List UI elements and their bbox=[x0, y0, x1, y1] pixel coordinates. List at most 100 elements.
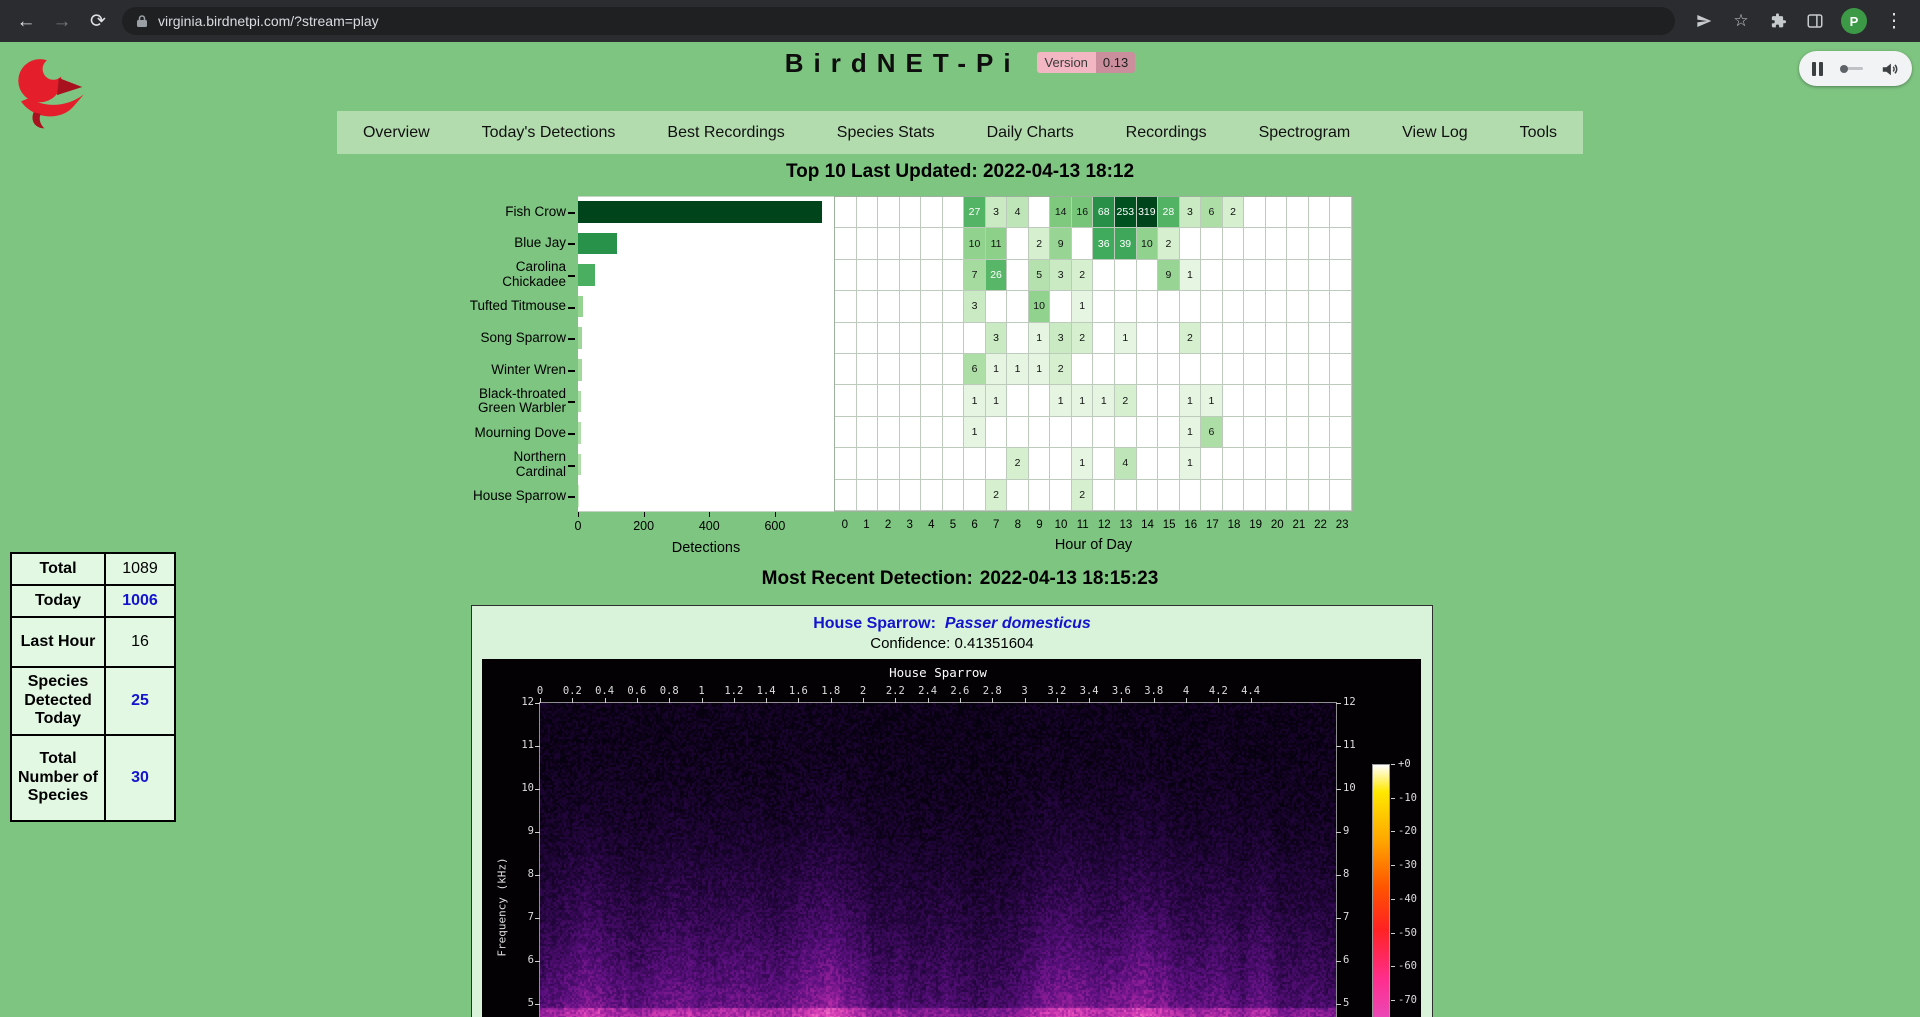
nav-item-today-s-detections[interactable]: Today's Detections bbox=[476, 124, 622, 142]
heatmap-cell bbox=[921, 448, 943, 479]
heatmap-cell bbox=[943, 323, 965, 354]
heatmap-cell bbox=[1287, 197, 1309, 228]
heatmap-cell: 6 bbox=[964, 354, 986, 385]
spectrogram-freq-tickmark bbox=[1336, 961, 1341, 962]
heatmap-cell bbox=[1115, 480, 1137, 511]
species-label: Carolina Chickadee bbox=[462, 259, 566, 291]
pause-button[interactable] bbox=[1812, 62, 1823, 76]
heatmap-cell bbox=[1115, 291, 1137, 322]
heatmap-cell bbox=[878, 385, 900, 416]
extensions-icon[interactable] bbox=[1767, 10, 1789, 32]
hour-axis-tick: 2 bbox=[877, 519, 899, 531]
heatmap-cell bbox=[921, 385, 943, 416]
heatmap-cell bbox=[1223, 260, 1245, 291]
heatmap-cell bbox=[1137, 480, 1159, 511]
heatmap-cell bbox=[1309, 417, 1331, 448]
share-icon[interactable] bbox=[1693, 10, 1715, 32]
heatmap-cell: 2 bbox=[1029, 228, 1051, 259]
heatmap-cell bbox=[900, 417, 922, 448]
spectrogram-time-tick: 2 bbox=[846, 685, 880, 697]
spectrogram-time-tickmark bbox=[1251, 698, 1252, 703]
heatmap-cell bbox=[921, 417, 943, 448]
profile-avatar[interactable]: P bbox=[1841, 8, 1867, 34]
nav-item-species-stats[interactable]: Species Stats bbox=[831, 124, 941, 142]
seek-handle[interactable] bbox=[1840, 65, 1848, 73]
volume-icon[interactable] bbox=[1881, 60, 1899, 78]
heatmap-cell bbox=[1093, 417, 1115, 448]
heatmap-cell bbox=[900, 260, 922, 291]
bookmark-star-icon[interactable]: ☆ bbox=[1730, 10, 1752, 32]
heatmap-cell bbox=[943, 354, 965, 385]
heatmap-cell bbox=[1158, 354, 1180, 385]
back-icon[interactable]: ← bbox=[14, 12, 38, 31]
heatmap-cell bbox=[1330, 448, 1352, 479]
colorbar-tick: -10 bbox=[1398, 792, 1432, 804]
hour-axis-tick: 4 bbox=[920, 519, 942, 531]
nav-item-tools[interactable]: Tools bbox=[1514, 124, 1563, 142]
heatmap-cell bbox=[1050, 291, 1072, 322]
reload-icon[interactable]: ⟳ bbox=[86, 12, 110, 31]
heatmap-cell bbox=[1287, 480, 1309, 511]
stat-value-link[interactable]: 30 bbox=[105, 735, 175, 821]
stat-value-link[interactable]: 25 bbox=[105, 667, 175, 735]
nav-item-view-log[interactable]: View Log bbox=[1396, 124, 1474, 142]
spectrogram-time-tick: 2.4 bbox=[911, 685, 945, 697]
heatmap-cell bbox=[1287, 260, 1309, 291]
nav-item-daily-charts[interactable]: Daily Charts bbox=[981, 124, 1080, 142]
heatmap-cell bbox=[857, 354, 879, 385]
heatmap-cell bbox=[857, 385, 879, 416]
heatmap-cell bbox=[1158, 417, 1180, 448]
detections-bar bbox=[578, 201, 822, 223]
heatmap-cell bbox=[986, 417, 1008, 448]
species-axis-tick bbox=[568, 338, 575, 340]
heatmap-cell bbox=[1223, 417, 1245, 448]
spectrogram-freq-tickmark bbox=[535, 832, 540, 833]
heatmap-cell bbox=[1309, 323, 1331, 354]
heatmap-cell bbox=[1266, 291, 1288, 322]
stat-label: Last Hour bbox=[11, 617, 105, 667]
heatmap-cell bbox=[1223, 480, 1245, 511]
spectrogram-time-tick: 0.4 bbox=[588, 685, 622, 697]
bar-axis-tick: 400 bbox=[689, 519, 729, 533]
spectrogram-freq-tick-left: 9 bbox=[504, 825, 534, 837]
heatmap-cell bbox=[1266, 323, 1288, 354]
spectrogram-time-tick: 1.4 bbox=[749, 685, 783, 697]
species-common-link[interactable]: House Sparrow: bbox=[813, 615, 936, 632]
heatmap-cell bbox=[1029, 197, 1051, 228]
heatmap-cell: 3 bbox=[986, 323, 1008, 354]
colorbar-tick: -40 bbox=[1398, 893, 1432, 905]
heatmap-cell bbox=[921, 228, 943, 259]
heatmap-cell bbox=[1093, 291, 1115, 322]
nav-item-recordings[interactable]: Recordings bbox=[1120, 124, 1213, 142]
nav-item-best-recordings[interactable]: Best Recordings bbox=[661, 124, 790, 142]
heatmap-cell: 2 bbox=[1007, 448, 1029, 479]
spectrogram-time-tickmark bbox=[734, 698, 735, 703]
species-label: Tufted Titmouse bbox=[462, 291, 566, 323]
spectrogram-title: House Sparrow bbox=[838, 665, 1038, 680]
heatmap-cell bbox=[878, 228, 900, 259]
nav-item-spectrogram[interactable]: Spectrogram bbox=[1253, 124, 1357, 142]
address-bar[interactable]: virginia.birdnetpi.com/?stream=play bbox=[122, 7, 1675, 35]
species-scientific-link[interactable]: Passer domesticus bbox=[945, 615, 1091, 632]
side-panel-icon[interactable] bbox=[1804, 10, 1826, 32]
heatmap-cell: 1 bbox=[1072, 385, 1094, 416]
forward-icon[interactable]: → bbox=[50, 12, 74, 31]
heatmap-cell bbox=[1180, 291, 1202, 322]
heatmap-cell bbox=[1287, 385, 1309, 416]
heatmap-cell: 1 bbox=[1007, 354, 1029, 385]
spectrogram-freq-tick-right: 8 bbox=[1343, 868, 1373, 880]
heatmap-cell bbox=[835, 323, 857, 354]
heatmap-cell bbox=[1309, 291, 1331, 322]
heatmap-cell bbox=[857, 228, 879, 259]
heatmap-cell bbox=[835, 260, 857, 291]
menu-dots-icon[interactable]: ⋮ bbox=[1882, 12, 1906, 31]
page-header: BirdNET-PiVersion0.13 bbox=[0, 48, 1920, 79]
heatmap-cell bbox=[1137, 417, 1159, 448]
heatmap-area: 2734141668253319283621011293639102726532… bbox=[834, 196, 1353, 512]
heatmap-cell bbox=[1158, 448, 1180, 479]
seek-slider[interactable] bbox=[1841, 67, 1863, 70]
heatmap-cell bbox=[1287, 417, 1309, 448]
colorbar-tick: -50 bbox=[1398, 927, 1432, 939]
nav-item-overview[interactable]: Overview bbox=[357, 124, 436, 142]
spectrogram-freq-tickmark bbox=[535, 875, 540, 876]
